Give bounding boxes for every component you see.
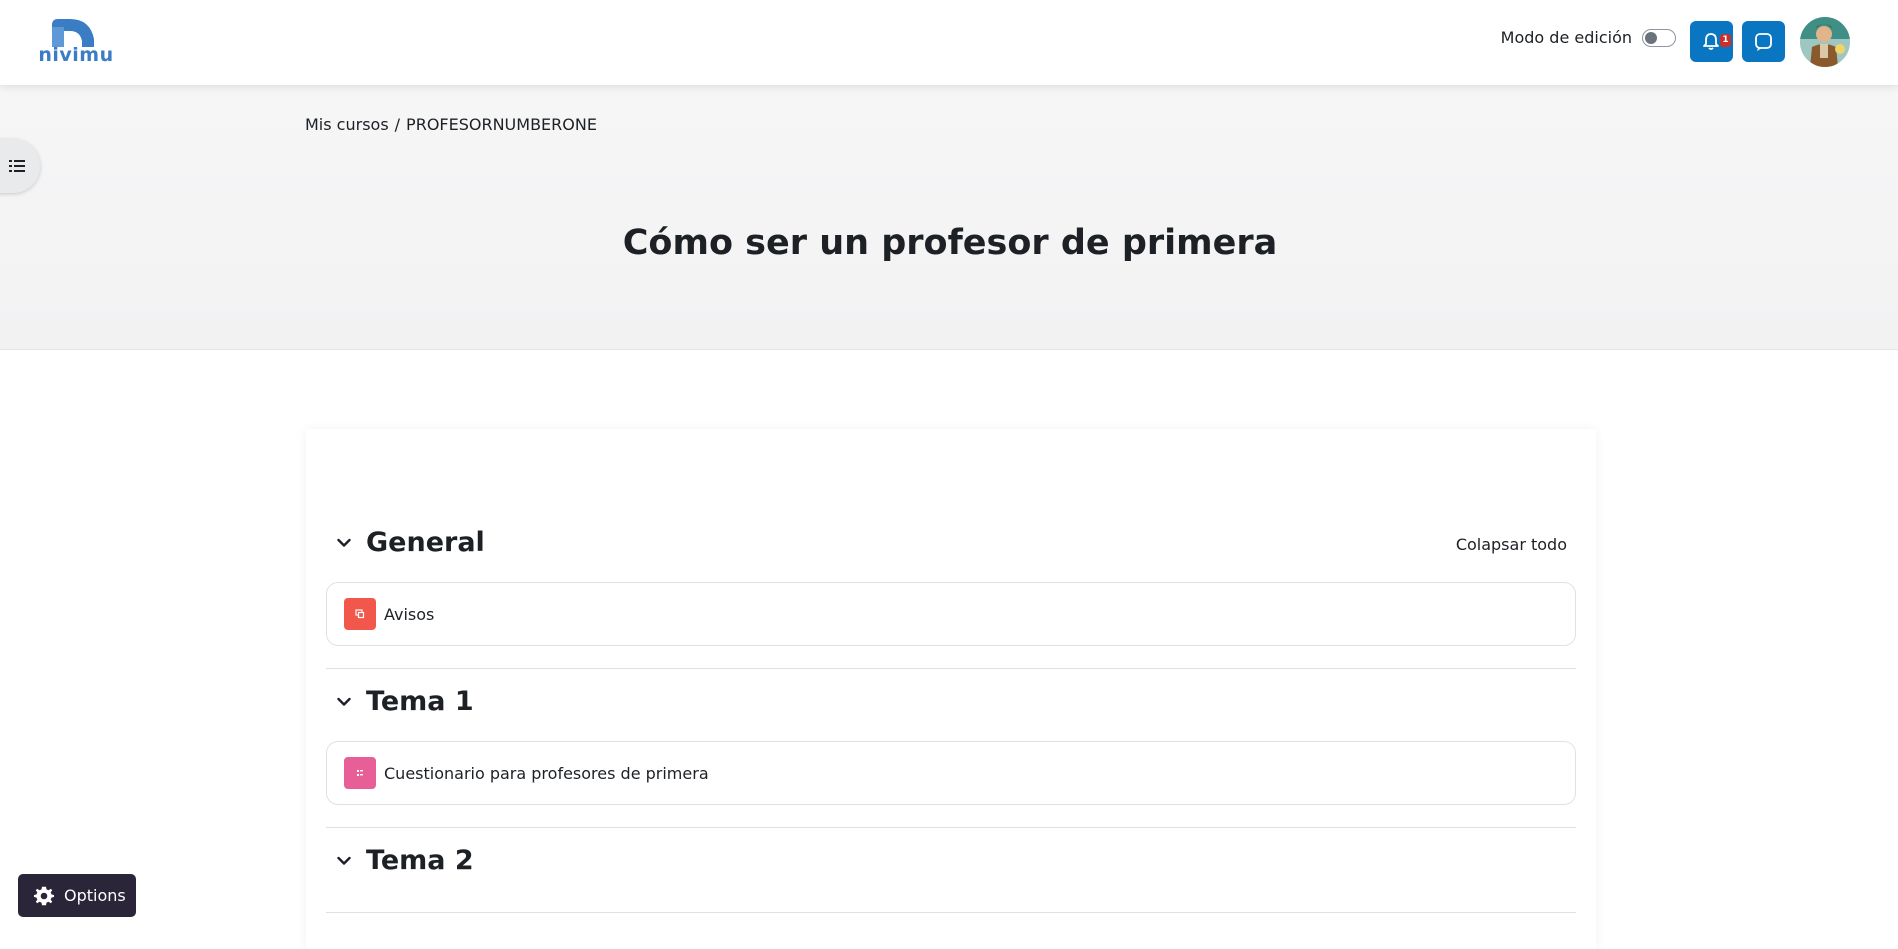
breadcrumb-course[interactable]: PROFESORNUMBERONE	[406, 115, 597, 134]
message-drawer-icon	[1755, 33, 1772, 51]
section-tema1-header[interactable]: Tema 1	[337, 686, 474, 717]
bell-icon	[1703, 33, 1719, 50]
page-title: Cómo ser un profesor de primera	[622, 223, 1278, 263]
page-header: Mis cursos / PROFESORNUMBERONE Cómo ser …	[0, 85, 1898, 350]
section-title[interactable]: General	[366, 527, 485, 558]
edit-mode-toggle[interactable]	[1642, 28, 1676, 47]
list-icon	[9, 160, 25, 172]
course-content: General Colapsar todo Avisos Tema 1 Cues…	[306, 429, 1596, 949]
section-title[interactable]: Tema 2	[366, 845, 474, 876]
messages-button[interactable]	[1742, 21, 1785, 62]
notifications-button[interactable]: 1	[1690, 21, 1733, 62]
chevron-down-icon[interactable]	[337, 538, 351, 548]
breadcrumb-separator: /	[394, 115, 401, 134]
options-label: Options	[64, 886, 126, 905]
section-title[interactable]: Tema 1	[366, 686, 474, 717]
section-tema2-header[interactable]: Tema 2	[337, 845, 474, 876]
chevron-down-icon[interactable]	[337, 697, 351, 707]
section-divider	[326, 827, 1576, 828]
section-general-header[interactable]: General	[337, 527, 485, 558]
toggle-knob	[1645, 31, 1657, 44]
forum-icon	[344, 598, 376, 630]
activity-name[interactable]: Avisos	[384, 605, 434, 624]
section-divider	[326, 912, 1576, 913]
breadcrumb: Mis cursos / PROFESORNUMBERONE	[305, 115, 597, 134]
breadcrumb-my-courses[interactable]: Mis cursos	[305, 115, 389, 134]
activity-item[interactable]: Cuestionario para profesores de primera	[326, 741, 1576, 805]
notification-count-badge: 1	[1720, 34, 1731, 47]
section-divider	[326, 668, 1576, 669]
logo-mark-icon	[52, 19, 94, 47]
logo-text: nivimu	[38, 44, 114, 66]
chevron-down-icon[interactable]	[337, 856, 351, 866]
top-navbar: nivimu Modo de edición 1	[0, 0, 1898, 85]
quiz-icon	[344, 757, 376, 789]
activity-name[interactable]: Cuestionario para profesores de primera	[384, 764, 709, 783]
edit-mode-control: Modo de edición	[1501, 28, 1676, 47]
activity-item[interactable]: Avisos	[326, 582, 1576, 646]
options-button[interactable]: Options	[18, 874, 136, 917]
gear-icon	[34, 886, 54, 905]
edit-mode-label: Modo de edición	[1500, 28, 1632, 47]
site-logo[interactable]: nivimu	[38, 17, 114, 67]
user-avatar[interactable]	[1800, 17, 1850, 67]
avatar-image	[1800, 17, 1850, 67]
collapse-all-link[interactable]: Colapsar todo	[1456, 535, 1567, 554]
